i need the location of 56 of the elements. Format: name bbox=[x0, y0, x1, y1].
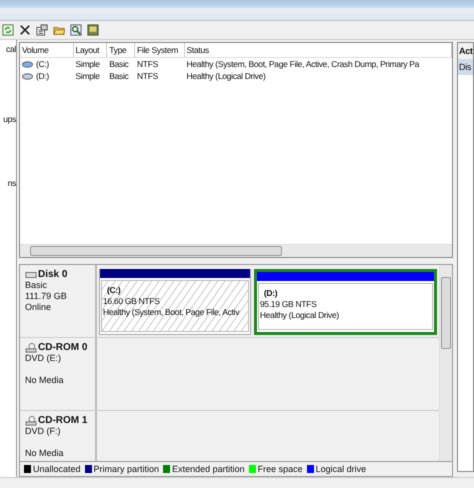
table-cell: Healthy (Logical Drive) bbox=[186, 70, 266, 82]
tree-item[interactable]: ups bbox=[3, 114, 16, 126]
partition-block[interactable]: (D:) 95.19 GB NTFS Healthy (Logical Drive) bbox=[254, 269, 437, 336]
partition-name: (D:) bbox=[262, 288, 278, 300]
legend-label: Extended partition bbox=[172, 464, 245, 474]
legend-label: Logical drive bbox=[316, 464, 366, 474]
disk-settings-icon[interactable] bbox=[87, 24, 99, 36]
folder-icon[interactable] bbox=[53, 24, 65, 36]
table-cell: Basic bbox=[109, 58, 129, 70]
column-header[interactable]: Status bbox=[184, 43, 452, 57]
drive-icon bbox=[22, 72, 33, 80]
table-cell: NTFS bbox=[136, 58, 158, 70]
column-header[interactable]: Layout bbox=[74, 43, 108, 57]
disk-detail: Basic bbox=[25, 280, 48, 292]
actions-header: Act bbox=[458, 43, 473, 59]
disk-detail: DVD (F:) bbox=[25, 426, 62, 438]
drive-icon bbox=[22, 60, 33, 68]
tree-item[interactable]: ns bbox=[8, 178, 16, 190]
partition-block[interactable]: (C:) 16.60 GB NTFS Healthy (System, Boot, Page File, Activ bbox=[99, 269, 251, 336]
disk-name: CD-ROM 1 bbox=[38, 415, 88, 426]
partition-name: (C:) bbox=[106, 285, 122, 296]
disk-name: Disk 0 bbox=[38, 269, 68, 280]
properties-icon[interactable] bbox=[36, 24, 48, 36]
table-cell: Basic bbox=[109, 70, 129, 82]
legend-label: Free space bbox=[258, 464, 303, 474]
partition-status: Healthy (System, Boot, Page File, Activ bbox=[103, 307, 240, 318]
partition-size: 16.60 GB NTFS bbox=[103, 296, 161, 308]
column-header[interactable]: File System bbox=[134, 43, 185, 57]
table-cell: NTFS bbox=[136, 70, 158, 82]
table-cell: (C:) bbox=[36, 58, 49, 70]
column-header[interactable]: Type bbox=[107, 43, 135, 57]
hard-drive-icon bbox=[25, 270, 37, 280]
cd-drive-icon bbox=[25, 342, 37, 353]
disk-name: CD-ROM 0 bbox=[38, 342, 88, 354]
disk-detail: No Media bbox=[25, 375, 65, 386]
legend-label: Unallocated bbox=[33, 464, 81, 474]
legend-label: Primary partition bbox=[94, 464, 160, 474]
magnifier-icon[interactable] bbox=[70, 24, 82, 36]
tree-item[interactable]: cal bbox=[6, 44, 16, 56]
disk-detail: 111.79 GB bbox=[25, 291, 68, 302]
horizontal-scrollbar[interactable] bbox=[20, 244, 452, 258]
refresh-icon[interactable] bbox=[2, 24, 14, 36]
column-header[interactable]: Volume bbox=[20, 43, 74, 57]
disk-detail: No Media bbox=[25, 448, 65, 460]
table-cell: Healthy (System, Boot, Page File, Active, Crash Dump, Primary Pa bbox=[186, 58, 420, 70]
partition-status: Healthy (Logical Drive) bbox=[260, 310, 340, 322]
table-cell: (D:) bbox=[36, 70, 49, 82]
partition-size: 95.19 GB NTFS bbox=[260, 299, 318, 310]
disk-detail: DVD (E:) bbox=[25, 353, 62, 364]
table-cell: Simple bbox=[76, 70, 100, 82]
close-icon[interactable] bbox=[19, 24, 31, 36]
vertical-scrollbar[interactable] bbox=[439, 265, 452, 462]
disk-detail: Online bbox=[25, 302, 52, 314]
action-item[interactable]: Dis bbox=[458, 59, 473, 75]
cd-drive-icon bbox=[25, 416, 37, 426]
table-cell: Simple bbox=[76, 58, 100, 70]
